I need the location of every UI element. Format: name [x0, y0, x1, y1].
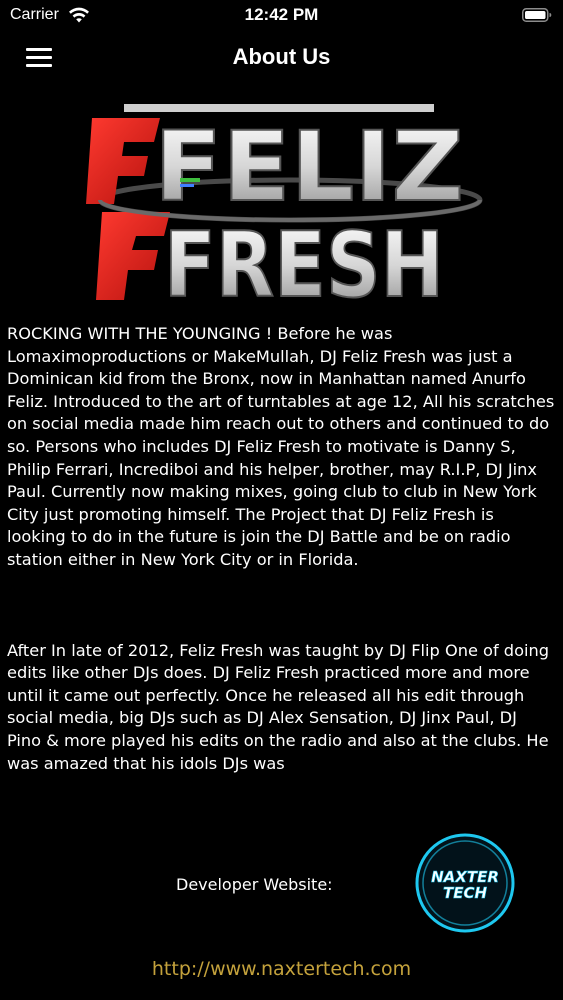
naxter-tech-logo[interactable]: NAXTER TECH [414, 832, 516, 934]
page-title: About Us [232, 44, 331, 69]
developer-website-link[interactable]: http://www.naxtertech.com [0, 958, 563, 980]
clock: 12:42 PM [244, 5, 319, 24]
developer-website-label: Developer Website: [176, 875, 333, 894]
feliz-fresh-logo: FELIZ FRESH [86, 104, 483, 312]
navigation-bar: About Us [0, 30, 563, 86]
about-paragraph-2: After In late of 2012, Feliz Fresh was t… [7, 640, 555, 773]
about-text: ROCKING WITH THE YOUNGING ! Before he wa… [7, 323, 555, 803]
logo-text-line1: FELIZ [154, 111, 464, 223]
about-paragraph-1: ROCKING WITH THE YOUNGING ! Before he wa… [7, 324, 555, 569]
battery-icon [522, 8, 552, 22]
logo-text-line2: FRESH [164, 213, 444, 312]
status-bar: Carrier 12:42 PM [0, 0, 563, 30]
dev-logo-line2: TECH [443, 884, 487, 902]
